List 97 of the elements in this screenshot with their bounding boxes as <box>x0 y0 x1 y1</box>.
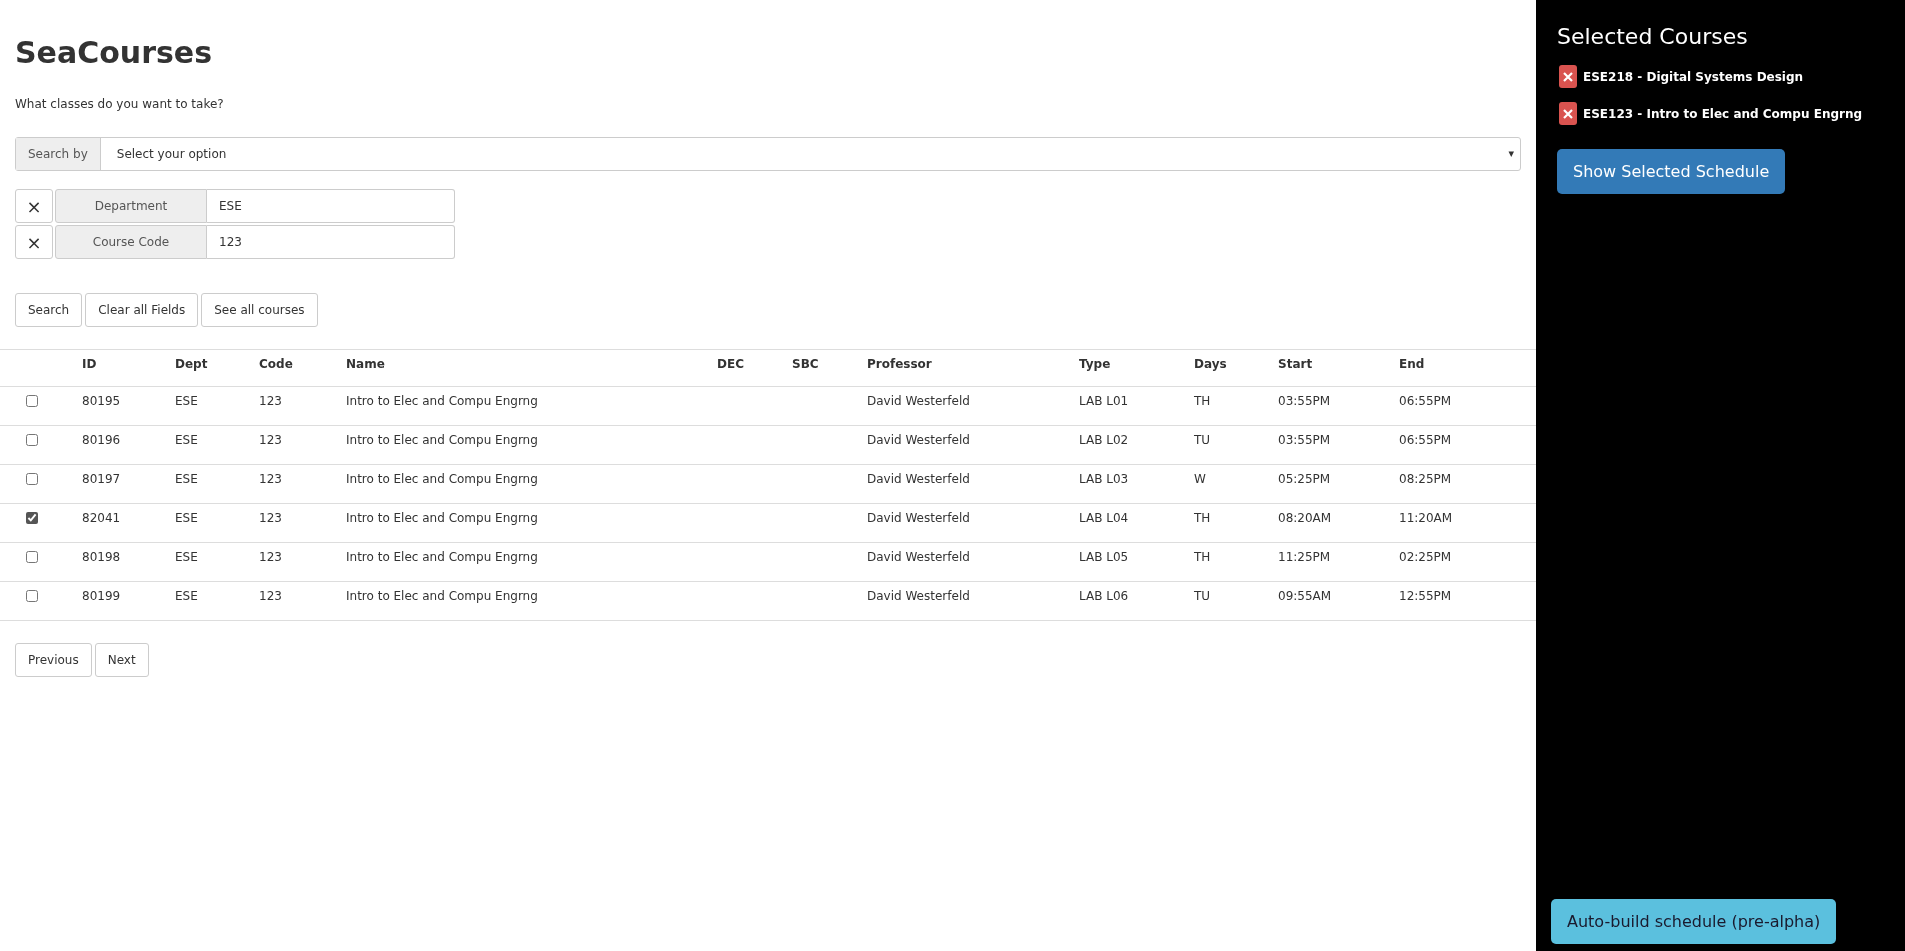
close-icon <box>1563 71 1573 82</box>
column-header: End <box>1399 355 1426 373</box>
table-cell-text: Intro to Elec and Compu Engrng <box>346 393 539 410</box>
page-button[interactable]: Previous <box>15 643 92 677</box>
table-cell-text: W <box>1194 471 1207 488</box>
subtitle: What classes do you want to take? <box>15 96 225 113</box>
column-header: Dept <box>175 355 209 373</box>
table-cell-text: TH <box>1194 549 1212 566</box>
table-cell-text: 80199 <box>82 588 122 605</box>
column-header: DEC <box>717 355 745 373</box>
page-button[interactable]: Next <box>94 643 149 677</box>
remove-filter-button[interactable]: × <box>15 225 53 259</box>
column-header: Name <box>346 355 386 373</box>
column-header: Start <box>1278 355 1314 373</box>
table-cell-text: ESE <box>175 471 199 488</box>
caret-icon: ▾ <box>1502 138 1520 170</box>
table-cell-text: 80197 <box>82 471 122 488</box>
table-cell-text: David Westerfeld <box>867 549 971 566</box>
table-cell-text: LAB L01 <box>1079 393 1130 410</box>
table-cell-text: David Westerfeld <box>867 510 971 527</box>
table-cell-text: Intro to Elec and Compu Engrng <box>346 510 539 527</box>
action-button[interactable]: Clear all Fields <box>85 293 199 327</box>
table-cell-text: Intro to Elec and Compu Engrng <box>346 471 539 488</box>
table-cell-text: ESE <box>175 549 199 566</box>
table-cell-text: 05:25PM <box>1278 471 1332 488</box>
column-header: Code <box>259 355 294 373</box>
table-cell-text: TH <box>1194 393 1212 410</box>
table-cell-text: 80195 <box>82 393 122 410</box>
table-cell-text: 123 <box>259 588 283 605</box>
remove-course-button[interactable] <box>1559 65 1577 88</box>
column-header: SBC <box>792 355 820 373</box>
column-header: Days <box>1194 355 1228 373</box>
table-cell-text: ESE <box>175 432 199 449</box>
filter-label: Course Code <box>55 225 207 259</box>
page-title: SeaCourses <box>15 34 214 72</box>
table-cell-text: 02:25PM <box>1399 549 1453 566</box>
table-cell-text: 80198 <box>82 549 122 566</box>
table-cell-text: TU <box>1194 432 1212 449</box>
table-cell-text: 03:55PM <box>1278 432 1332 449</box>
table-cell-text: 06:55PM <box>1399 432 1453 449</box>
column-header: Type <box>1079 355 1112 373</box>
table-cell-text: TU <box>1194 588 1212 605</box>
table-cell-text: David Westerfeld <box>867 393 971 410</box>
table-cell-text: 08:20AM <box>1278 510 1333 527</box>
row-checkbox[interactable] <box>26 590 38 602</box>
table-cell-text: ESE <box>175 393 199 410</box>
table-cell-text: 03:55PM <box>1278 393 1332 410</box>
remove-course-button[interactable] <box>1559 102 1577 125</box>
action-button[interactable]: See all courses <box>201 293 318 327</box>
column-header: Professor <box>867 355 933 373</box>
row-checkbox[interactable] <box>26 551 38 563</box>
table-cell-text: Intro to Elec and Compu Engrng <box>346 588 539 605</box>
filter-label: Department <box>55 189 207 223</box>
table-cell-text: ESE <box>175 588 199 605</box>
filter-input[interactable]: ESE <box>207 189 455 223</box>
table-cell-text: 11:25PM <box>1278 549 1332 566</box>
table-cell-text: 09:55AM <box>1278 588 1333 605</box>
table-cell-text: Intro to Elec and Compu Engrng <box>346 549 539 566</box>
table-cell-text: 11:20AM <box>1399 510 1454 527</box>
table-cell-text: 12:55PM <box>1399 588 1453 605</box>
search-by-select[interactable]: Search by Select your option ▾ <box>15 137 1521 171</box>
row-checkbox[interactable] <box>26 395 38 407</box>
table-cell-text: 08:25PM <box>1399 471 1453 488</box>
table-cell-text: LAB L04 <box>1079 510 1130 527</box>
table-cell-text: 80196 <box>82 432 122 449</box>
select-value: Select your option <box>115 146 228 163</box>
remove-filter-button[interactable]: × <box>15 189 53 223</box>
table-cell-text: David Westerfeld <box>867 588 971 605</box>
table-cell-text: LAB L02 <box>1079 432 1130 449</box>
table-cell-text: 123 <box>259 432 283 449</box>
row-checkbox[interactable] <box>26 512 38 524</box>
row-checkbox[interactable] <box>26 434 38 446</box>
table-cell-text: TH <box>1194 510 1212 527</box>
table-cell-text: 123 <box>259 549 283 566</box>
table-cell-text: Intro to Elec and Compu Engrng <box>346 432 539 449</box>
table-cell-text: David Westerfeld <box>867 471 971 488</box>
column-header: ID <box>82 355 98 373</box>
selected-course: ESE123 - Intro to Elec and Compu Engrng <box>1583 105 1863 123</box>
row-checkbox[interactable] <box>26 473 38 485</box>
table-cell-text: LAB L06 <box>1079 588 1130 605</box>
action-button[interactable]: Search <box>15 293 83 327</box>
search-by-label: Search by <box>16 138 101 170</box>
sidebar-title: Selected Courses <box>1557 23 1749 51</box>
filter-input[interactable]: 123 <box>207 225 455 259</box>
selected-course: ESE218 - Digital Systems Design <box>1583 68 1804 86</box>
table-cell-text: 82041 <box>82 510 122 527</box>
table-cell-text: David Westerfeld <box>867 432 971 449</box>
table-cell-text: LAB L05 <box>1079 549 1130 566</box>
table-cell-text: 123 <box>259 510 283 527</box>
show-schedule-button[interactable]: Show Selected Schedule <box>1557 149 1786 194</box>
table-cell-text: 123 <box>259 393 283 410</box>
table-cell-text: 123 <box>259 471 283 488</box>
table-cell-text: 06:55PM <box>1399 393 1453 410</box>
table-cell-text: LAB L03 <box>1079 471 1130 488</box>
close-icon <box>1563 108 1573 119</box>
table-cell-text: ESE <box>175 510 199 527</box>
auto-build-button[interactable]: Auto-build schedule (pre-alpha) <box>1551 899 1837 944</box>
